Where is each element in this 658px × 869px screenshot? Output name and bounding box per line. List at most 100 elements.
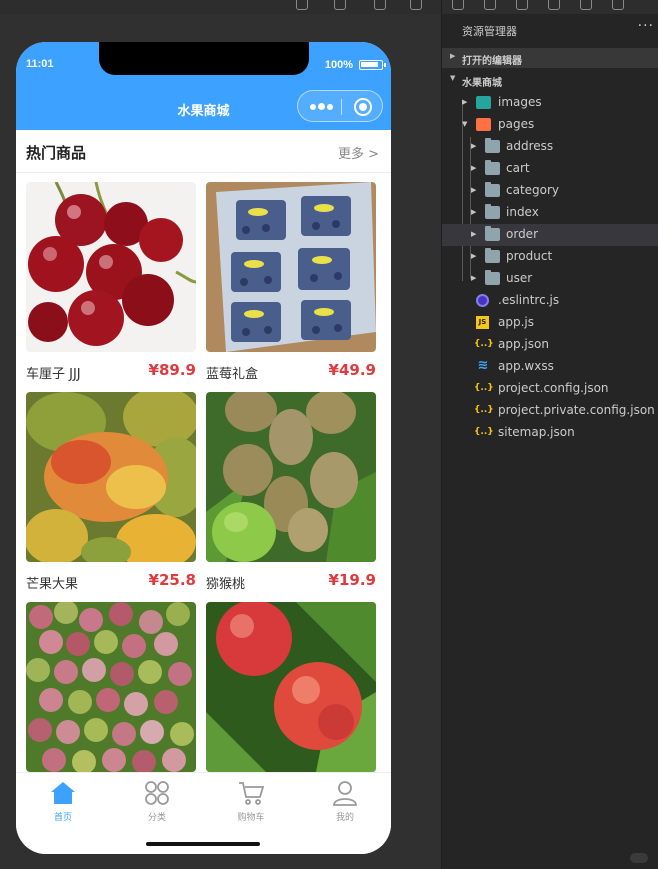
section-label: 打开的编辑器 [462, 56, 522, 67]
tree-folder-index[interactable]: ▶ index [442, 202, 658, 224]
chevron-right-icon: ▶ [471, 274, 477, 282]
tree-file-project-private-config[interactable]: {..} project.private.config.json [442, 400, 658, 422]
tree-label: .eslintrc.js [498, 293, 560, 307]
tree-file-app-wxss[interactable]: ≋ app.wxss [442, 356, 658, 378]
home-icon [51, 782, 75, 804]
product-image-kiwi[interactable] [206, 392, 376, 562]
tab-category[interactable]: 分类 [110, 779, 204, 825]
layout-icon[interactable] [612, 0, 624, 10]
tree-label: app.js [498, 315, 534, 329]
tree-file-app-js[interactable]: JS app.js [442, 312, 658, 334]
tab-label: 我的 [335, 813, 354, 823]
tree-file-eslintrc[interactable]: .eslintrc.js [442, 290, 658, 312]
folder-icon [485, 160, 500, 175]
tab-bar: 首页 分类 购物车 我的 [16, 772, 391, 854]
product-card[interactable]: 芒果大果 ¥25.8 [26, 392, 196, 592]
category-icon [145, 781, 169, 805]
user-icon [333, 781, 357, 806]
preview-icon[interactable] [334, 0, 346, 10]
product-price: ¥25.8 [148, 571, 196, 589]
product-card[interactable]: 蓝莓礼盒 ¥49.9 [206, 182, 376, 382]
tree-label: project.config.json [498, 381, 609, 395]
chevron-right-icon: ▶ [471, 252, 477, 260]
chevron-right-icon: ▶ [471, 142, 477, 150]
explorer-title: 资源管理器 [462, 25, 517, 38]
tab-cart[interactable]: 购物车 [204, 779, 298, 825]
chevron-down-icon: ▼ [450, 74, 456, 82]
product-card[interactable] [206, 602, 376, 772]
product-name: 芒果大果 [26, 577, 79, 592]
folder-icon [485, 270, 500, 285]
phone-simulator: 11:01 100% 水果商城 热门商品 更多 > 车厘子 JJJ ¥89.9 … [16, 42, 391, 854]
tab-home[interactable]: 首页 [16, 779, 110, 825]
product-image-mango[interactable] [26, 392, 196, 562]
product-card[interactable]: 猕猴桃 ¥19.9 [206, 392, 376, 592]
tree-label: user [506, 271, 533, 285]
phone-icon[interactable] [374, 0, 386, 10]
product-image-blueberries[interactable] [206, 182, 376, 352]
image-folder-icon [476, 96, 491, 109]
tree-folder-category[interactable]: ▶ category [442, 180, 658, 202]
tree-label: app.wxss [498, 359, 554, 373]
tree-label: address [506, 139, 554, 153]
chevron-down-icon: ▼ [462, 120, 468, 128]
status-time: 11:01 [26, 58, 54, 70]
tree-folder-user[interactable]: ▶ user [442, 268, 658, 290]
tree-label: pages [498, 117, 535, 131]
product-name: 车厘子 JJJ [26, 367, 81, 382]
tree-folder-product[interactable]: ▶ product [442, 246, 658, 268]
settings-icon[interactable] [410, 0, 422, 10]
debug-icon[interactable] [548, 0, 560, 10]
tab-mine[interactable]: 我的 [298, 779, 391, 825]
product-image-cherries[interactable] [26, 182, 196, 352]
chevron-right-icon: ▶ [471, 208, 477, 216]
more-dots-icon[interactable] [310, 103, 334, 111]
product-image-peaches[interactable] [206, 602, 376, 772]
more-link[interactable]: 更多 > [338, 143, 379, 162]
folder-icon [485, 248, 500, 263]
project-section[interactable]: ▼ 水果商城 [442, 70, 658, 90]
javascript-icon: JS [476, 316, 489, 329]
new-file-icon[interactable] [452, 0, 464, 10]
tree-file-app-json[interactable]: {..} app.json [442, 334, 658, 356]
section-label: 水果商城 [462, 78, 502, 89]
tab-label: 分类 [147, 813, 166, 823]
product-image-grapes[interactable] [26, 602, 196, 772]
tree-file-project-config[interactable]: {..} project.config.json [442, 378, 658, 400]
product-card[interactable] [26, 602, 196, 772]
nav-bar: 水果商城 [16, 86, 391, 130]
product-price: ¥89.9 [148, 361, 196, 379]
folder-icon [485, 226, 500, 241]
chevron-right-icon: ▶ [462, 98, 468, 106]
product-card[interactable]: 车厘子 JJJ ¥89.9 [26, 182, 196, 382]
close-target-icon[interactable] [354, 98, 372, 116]
tree-label: sitemap.json [498, 425, 575, 439]
branch-icon[interactable] [516, 0, 528, 10]
open-editors-section[interactable]: ▶ 打开的编辑器 [442, 48, 658, 68]
tree-folder-order[interactable]: ▶ order [442, 224, 658, 246]
chevron-right-icon: ▶ [471, 230, 477, 238]
cart-icon [239, 782, 265, 805]
section-title: 热门商品 [26, 144, 87, 162]
tree-folder-images[interactable]: ▶ images [442, 92, 658, 114]
file-explorer: 资源管理器 ··· ▶ 打开的编辑器 ▼ 水果商城 ▶ images ▼ pag… [442, 14, 658, 869]
folder-icon [485, 138, 500, 153]
tree-label: app.json [498, 337, 549, 351]
tree-folder-address[interactable]: ▶ address [442, 136, 658, 158]
menu-capsule[interactable] [297, 90, 383, 122]
refresh-icon[interactable] [296, 0, 308, 10]
top-toolbar [0, 0, 658, 14]
tree-file-sitemap[interactable]: {..} sitemap.json [442, 422, 658, 444]
tree-label: category [506, 183, 560, 197]
tree-folder-pages[interactable]: ▼ pages [442, 114, 658, 136]
battery-icon [359, 60, 386, 70]
extensions-icon[interactable] [580, 0, 592, 10]
product-name: 蓝莓礼盒 [206, 367, 259, 382]
search-icon[interactable] [484, 0, 496, 10]
more-actions-icon[interactable]: ··· [638, 18, 654, 34]
battery-percent: 100% [324, 59, 353, 71]
chevron-right-icon: ▶ [471, 164, 477, 172]
section-header: 热门商品 更多 > [16, 130, 391, 173]
tree-folder-cart[interactable]: ▶ cart [442, 158, 658, 180]
product-price: ¥49.9 [328, 361, 376, 379]
